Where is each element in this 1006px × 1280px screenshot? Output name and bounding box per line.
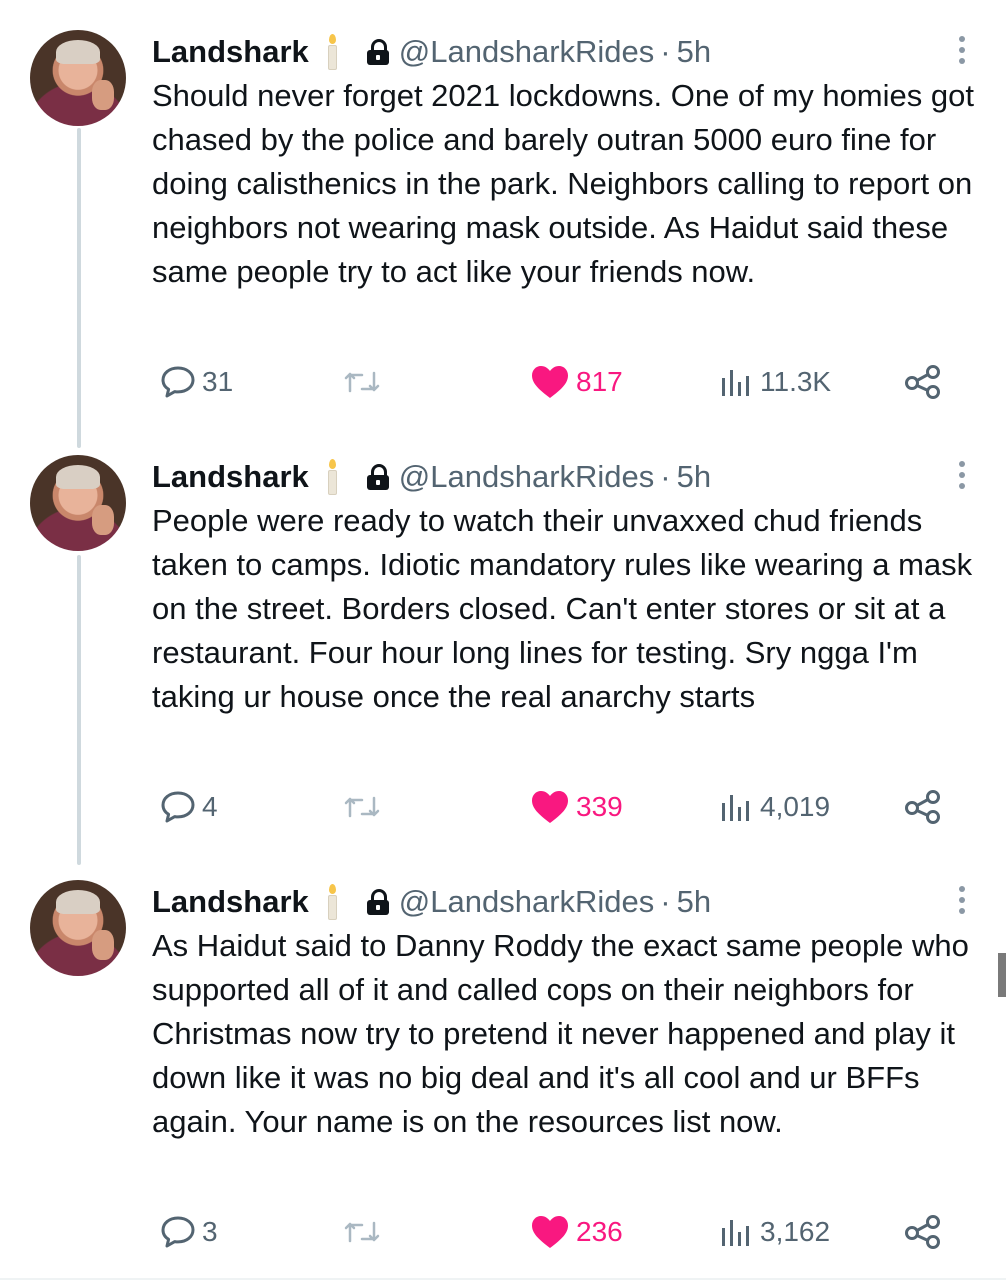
heart-icon — [532, 791, 568, 823]
reply-count: 4 — [202, 791, 218, 822]
like-count: 339 — [576, 791, 623, 822]
more-vertical-icon[interactable] — [958, 886, 966, 920]
like-count: 236 — [576, 1216, 623, 1247]
tweet-text: Should never forget 2021 lockdowns. One … — [152, 78, 974, 289]
lock-icon — [366, 464, 389, 490]
candle-icon — [325, 884, 339, 920]
separator: · — [660, 884, 671, 919]
views-button[interactable]: 3,162 — [720, 1210, 830, 1254]
scrollbar[interactable] — [998, 953, 1006, 997]
action-bar: 31 817 11.3K — [152, 360, 952, 404]
reply-bubble-icon — [161, 366, 195, 398]
share-button[interactable] — [904, 785, 942, 829]
avatar[interactable] — [30, 455, 126, 551]
views-button[interactable]: 4,019 — [720, 785, 830, 829]
retweet-button[interactable] — [342, 360, 382, 404]
retweet-button[interactable] — [342, 1210, 382, 1254]
tweet-text: People were ready to watch their unvaxxe… — [152, 503, 973, 714]
user-handle[interactable]: @LandsharkRides — [399, 34, 655, 70]
timestamp[interactable]: 5h — [677, 459, 711, 495]
views-bar-icon — [722, 795, 749, 821]
reply-count: 31 — [202, 366, 234, 397]
timestamp[interactable]: 5h — [677, 884, 711, 920]
timestamp[interactable]: 5h — [677, 34, 711, 70]
lock-icon — [366, 889, 389, 915]
like-count: 817 — [576, 366, 623, 397]
tweet[interactable]: Landshark @LandsharkRides · 5h Should ne… — [0, 24, 1006, 404]
share-button[interactable] — [904, 360, 942, 404]
display-name[interactable]: Landshark — [152, 459, 309, 495]
action-bar: 4 339 4,019 — [152, 785, 952, 829]
tweet[interactable]: Landshark @LandsharkRides · 5h As Haidut… — [0, 874, 1006, 1264]
display-name[interactable]: Landshark — [152, 884, 309, 920]
action-bar: 3 236 3,162 — [152, 1210, 952, 1254]
share-icon — [905, 1215, 940, 1249]
like-button[interactable]: 236 — [530, 1210, 623, 1254]
reply-button[interactable]: 31 — [160, 360, 233, 404]
avatar[interactable] — [30, 30, 126, 126]
more-vertical-icon[interactable] — [958, 461, 966, 495]
tweet-header: Landshark @LandsharkRides · 5h — [152, 880, 966, 924]
avatar[interactable] — [30, 880, 126, 976]
views-count: 4,019 — [760, 791, 831, 822]
like-button[interactable]: 339 — [530, 785, 623, 829]
views-bar-icon — [722, 370, 749, 396]
share-icon — [905, 790, 940, 824]
display-name[interactable]: Landshark — [152, 34, 309, 70]
retweet-icon — [344, 796, 380, 818]
user-handle[interactable]: @LandsharkRides — [399, 459, 655, 495]
user-handle[interactable]: @LandsharkRides — [399, 884, 655, 920]
share-icon — [905, 365, 940, 399]
more-vertical-icon[interactable] — [958, 36, 966, 70]
reply-button[interactable]: 3 — [160, 1210, 218, 1254]
reply-bubble-icon — [161, 791, 195, 823]
separator: · — [660, 459, 671, 494]
candle-icon — [325, 34, 339, 70]
retweet-button[interactable] — [342, 785, 382, 829]
tweet-header: Landshark @LandsharkRides · 5h — [152, 455, 966, 499]
reply-bubble-icon — [161, 1216, 195, 1248]
tweet[interactable]: Landshark @LandsharkRides · 5h People we… — [0, 449, 1006, 829]
reply-count: 3 — [202, 1216, 218, 1247]
tweet-header: Landshark @LandsharkRides · 5h — [152, 30, 966, 74]
tweet-text: As Haidut said to Danny Roddy the exact … — [152, 928, 969, 1139]
lock-icon — [366, 39, 389, 65]
retweet-icon — [344, 371, 380, 393]
candle-icon — [325, 459, 339, 495]
separator: · — [660, 34, 671, 69]
heart-icon — [532, 366, 568, 398]
views-button[interactable]: 11.3K — [720, 360, 831, 404]
retweet-icon — [344, 1221, 380, 1243]
share-button[interactable] — [904, 1210, 942, 1254]
views-count: 11.3K — [760, 366, 832, 397]
heart-icon — [532, 1216, 568, 1248]
views-count: 3,162 — [760, 1216, 831, 1247]
reply-button[interactable]: 4 — [160, 785, 218, 829]
like-button[interactable]: 817 — [530, 360, 623, 404]
views-bar-icon — [722, 1220, 749, 1246]
